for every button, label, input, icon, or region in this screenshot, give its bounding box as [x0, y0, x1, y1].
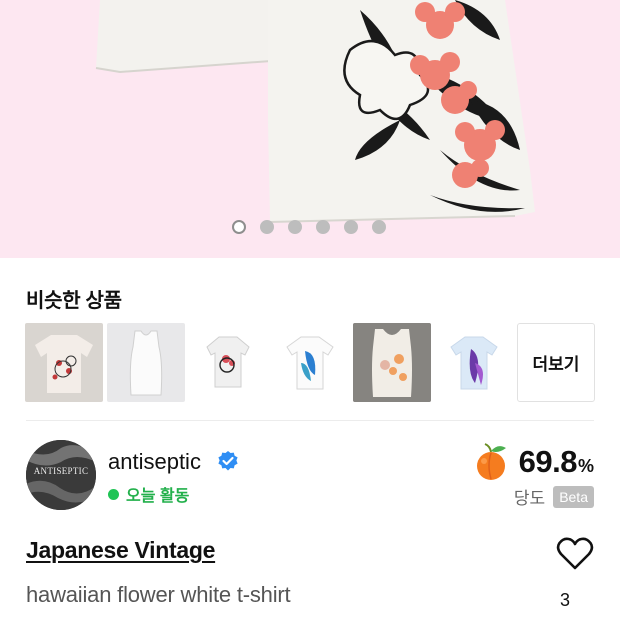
gallery-pagination[interactable]	[232, 220, 386, 234]
seller-activity-status: 오늘 활동	[108, 482, 189, 506]
product-image-gallery[interactable]	[0, 0, 620, 258]
section-divider	[26, 420, 594, 421]
more-similar-button[interactable]: 더보기	[517, 323, 595, 402]
gallery-dot-4[interactable]	[316, 220, 330, 234]
seller-name[interactable]: antiseptic	[108, 449, 201, 475]
sweetness-label: 당도	[513, 489, 546, 508]
gallery-dot-5[interactable]	[344, 220, 358, 234]
seller-avatar[interactable]: ANTISEPTIC	[26, 440, 96, 510]
online-dot-icon	[108, 488, 119, 500]
gallery-dot-6[interactable]	[372, 220, 386, 234]
similar-item-3[interactable]	[189, 323, 267, 402]
gallery-dot-2[interactable]	[260, 220, 274, 234]
score-unit: %	[577, 456, 594, 476]
beta-badge: Beta	[553, 485, 594, 508]
activity-label: 오늘 활동	[126, 488, 190, 505]
similar-item-2[interactable]	[107, 323, 185, 402]
product-title: hawaiian flower white t-shirt	[26, 582, 291, 607]
brand-link[interactable]: Japanese Vintage	[26, 537, 215, 564]
sweetness-score: 69.8%	[471, 443, 594, 481]
similar-item-4[interactable]	[271, 323, 349, 402]
gallery-dot-3[interactable]	[288, 220, 302, 234]
similar-products-list: 더보기	[25, 323, 595, 402]
sweetness-row: 당도 Beta	[514, 484, 594, 509]
similar-item-1[interactable]	[25, 323, 103, 402]
verified-badge-icon	[217, 450, 239, 477]
heart-outline-icon[interactable]	[556, 537, 594, 576]
avatar-text: ANTISEPTIC	[33, 466, 89, 476]
similar-item-5[interactable]	[353, 323, 431, 402]
peach-icon	[476, 443, 506, 480]
score-value: 69.8	[518, 444, 578, 479]
similar-item-6[interactable]	[435, 323, 513, 402]
gallery-dot-1[interactable]	[232, 220, 246, 234]
like-count: 3	[560, 590, 571, 610]
similar-products-title: 비슷한 상품	[26, 290, 122, 312]
